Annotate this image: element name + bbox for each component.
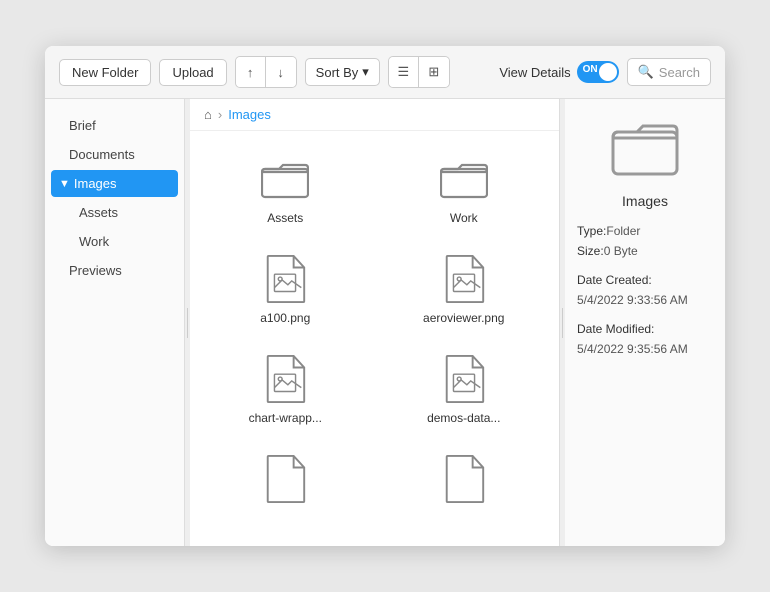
search-placeholder: Search [659,65,700,80]
breadcrumb: ⌂ › Images [190,99,559,131]
nav-buttons: ↑ ↓ [235,56,297,88]
file-area: ⌂ › Images Assets [190,99,560,546]
image-icon-6 [259,453,311,505]
sidebar-item-work[interactable]: Work [51,228,178,255]
sidebar-item-brief[interactable]: Brief [51,112,178,139]
file-item-6[interactable] [200,441,371,519]
sidebar-item-documents[interactable]: Documents [51,141,178,168]
breadcrumb-separator: › [218,107,222,122]
file-name-a100: a100.png [260,311,310,325]
file-item-work[interactable]: Work [379,141,550,233]
list-view-button[interactable]: ☰ [389,57,419,87]
toggle-on-label: ON [583,64,598,75]
folder-icon-assets [259,153,311,205]
details-name: Images [622,193,668,209]
details-modified: Date Modified: 5/4/2022 9:35:56 AM [577,319,713,360]
details-meta: Type:Folder Size:0 Byte Date Created: 5/… [577,221,713,359]
view-details-toggle[interactable]: ON [577,61,619,83]
file-manager-window: New Folder Upload ↑ ↓ Sort By ▾ ☰ ⊞ View… [45,46,725,546]
file-item-chart[interactable]: chart-wrapp... [200,341,371,433]
new-folder-button[interactable]: New Folder [59,59,151,86]
sort-by-button[interactable]: Sort By ▾ [305,58,380,86]
file-item-demos[interactable]: demos-data... [379,341,550,433]
image-icon-demos [438,353,490,405]
sidebar-item-images[interactable]: ▼ Images [51,170,178,197]
home-icon[interactable]: ⌂ [204,107,212,122]
grid-view-button[interactable]: ⊞ [419,57,449,87]
file-item-aeroviewer[interactable]: aeroviewer.png [379,241,550,333]
image-icon-chart [259,353,311,405]
details-created: Date Created: 5/4/2022 9:33:56 AM [577,270,713,311]
sort-by-label: Sort By [316,65,359,80]
files-grid: Assets Work [190,131,559,546]
search-icon: 🔍 [638,64,654,80]
file-item-assets[interactable]: Assets [200,141,371,233]
image-icon-7 [438,453,490,505]
sidebar-item-previews[interactable]: Previews [51,257,178,284]
chevron-down-icon: ▾ [362,64,369,80]
down-button[interactable]: ↓ [266,57,296,87]
file-item-a100[interactable]: a100.png [200,241,371,333]
file-name-work: Work [450,211,478,225]
file-name-assets: Assets [267,211,303,225]
file-item-7[interactable] [379,441,550,519]
details-type: Type:Folder [577,221,713,241]
image-icon-aeroviewer [438,253,490,305]
details-size: Size:0 Byte [577,241,713,261]
file-name-chart: chart-wrapp... [249,411,322,425]
details-folder-icon [610,113,680,183]
expand-icon: ▼ [59,178,70,190]
file-name-demos: demos-data... [427,411,500,425]
toggle-knob [599,63,617,81]
view-toggle-buttons: ☰ ⊞ [388,56,450,88]
image-icon-a100 [259,253,311,305]
up-button[interactable]: ↑ [236,57,266,87]
view-details-control: View Details ON [499,61,618,83]
upload-button[interactable]: Upload [159,59,226,86]
details-panel: Images Type:Folder Size:0 Byte Date Crea… [565,99,725,546]
file-name-aeroviewer: aeroviewer.png [423,311,504,325]
toolbar: New Folder Upload ↑ ↓ Sort By ▾ ☰ ⊞ View… [45,46,725,99]
main-area: Brief Documents ▼ Images Assets Work Pre… [45,99,725,546]
sidebar-item-assets[interactable]: Assets [51,199,178,226]
folder-icon-work [438,153,490,205]
sidebar: Brief Documents ▼ Images Assets Work Pre… [45,99,185,546]
search-box[interactable]: 🔍 Search [627,58,711,86]
view-details-label: View Details [499,65,570,80]
breadcrumb-current: Images [228,107,271,122]
